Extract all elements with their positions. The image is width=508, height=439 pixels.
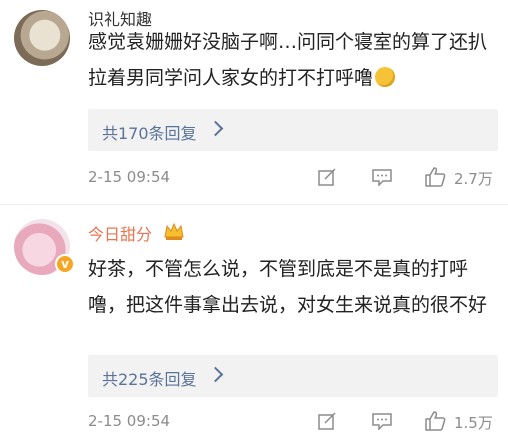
verified-badge-icon: v (55, 254, 75, 274)
comment-text: 感觉袁姗姗好没脑子啊…问同个寝室的算了还扒拉着男同学问人家女的打不打呼噜 (88, 24, 498, 96)
username[interactable]: 今日甜分 (88, 221, 152, 245)
avatar[interactable] (14, 10, 70, 66)
vip-crown-icon (163, 221, 185, 241)
like-count: 2.7万 (454, 170, 493, 188)
like-icon[interactable] (424, 166, 446, 188)
view-replies-button[interactable]: 共170条回复 (88, 109, 498, 151)
comment-text: 好茶，不管怎么说，不管到底是不是真的打呼噜，把这件事拿出去说，对女生来说真的很不… (88, 258, 488, 316)
like-count: 1.5万 (454, 414, 493, 432)
chevron-right-icon (207, 366, 224, 383)
comment-text-content: 感觉袁姗姗好没脑子啊…问同个寝室的算了还扒拉着男同学问人家女的打不打呼噜 (88, 31, 488, 89)
like-icon[interactable] (424, 410, 446, 432)
repost-icon[interactable] (318, 168, 336, 186)
replies-count: 共225条回复 (102, 370, 197, 389)
comment-icon[interactable] (372, 169, 392, 186)
smile-sweat-emoji-icon (375, 67, 396, 87)
repost-icon[interactable] (318, 412, 336, 430)
replies-count: 共170条回复 (102, 124, 197, 143)
comment-footer: 2-15 09:54 2.7万 (0, 164, 508, 194)
comment-footer: 2-15 09:54 1.5万 (0, 408, 508, 438)
view-replies-button[interactable]: 共225条回复 (88, 355, 498, 397)
timestamp: 2-15 09:54 (88, 168, 171, 186)
comment-item: 识礼知趣 感觉袁姗姗好没脑子啊…问同个寝室的算了还扒拉着男同学问人家女的打不打呼… (0, 0, 508, 205)
comment-item: v 今日甜分 好茶，不管怎么说，不管到底是不是真的打呼噜，把这件事拿出去说，对女… (0, 205, 508, 439)
timestamp: 2-15 09:54 (88, 412, 171, 430)
chevron-right-icon (207, 120, 224, 137)
comment-icon[interactable] (372, 413, 392, 430)
